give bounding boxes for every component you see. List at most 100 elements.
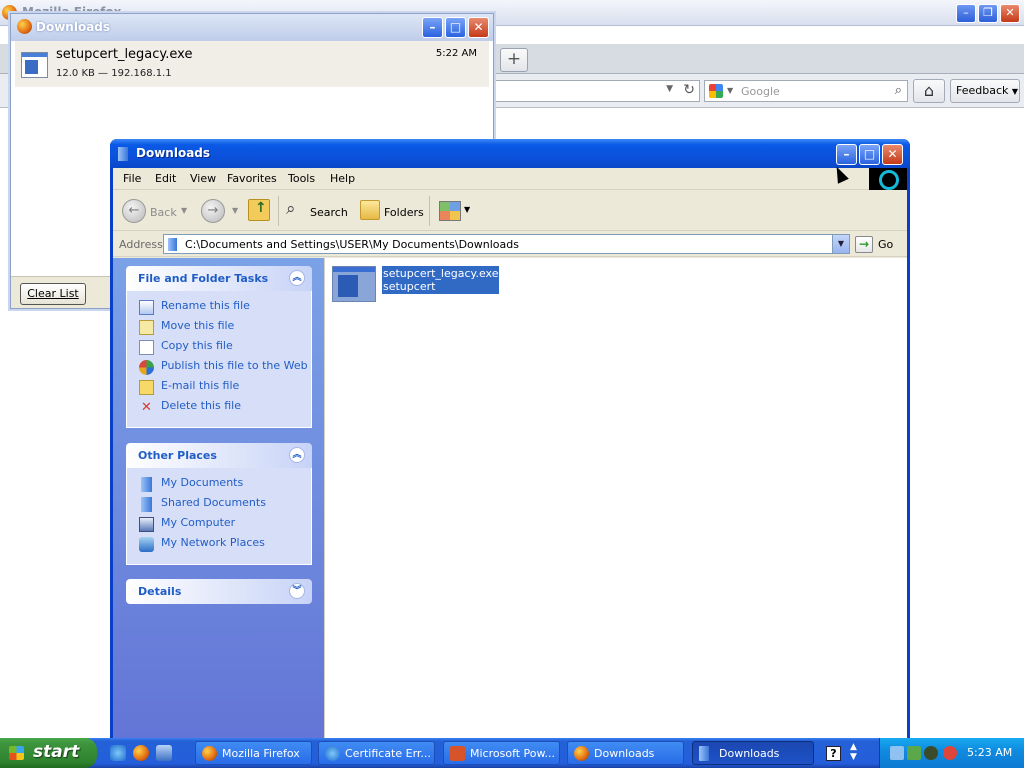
menu-tools[interactable]: Tools	[288, 172, 315, 185]
chevron-down-icon[interactable]: ▼	[181, 206, 187, 215]
close-button[interactable]: ✕	[1000, 4, 1020, 23]
search-icon[interactable]: ⌕	[286, 199, 306, 221]
folder-icon	[699, 746, 709, 761]
help-icon[interactable]: ?	[826, 746, 841, 761]
panel-body: Rename this file Move this file Copy thi…	[126, 291, 312, 428]
alert-icon[interactable]	[943, 746, 957, 760]
explorer-titlebar: Downloads – □ ✕	[110, 139, 910, 168]
downloads-title: Downloads	[36, 20, 111, 34]
close-button[interactable]: ✕	[882, 144, 903, 165]
feedback-button[interactable]: Feedback ▼	[950, 79, 1020, 103]
panel-header[interactable]: File and Folder Tasks ︽	[126, 266, 312, 291]
task-publish-web[interactable]: Publish this file to the Web	[139, 359, 311, 379]
go-arrow-icon[interactable]: →	[855, 236, 873, 253]
collapse-icon[interactable]: ︽	[289, 447, 305, 463]
task-email-file[interactable]: E-mail this file	[139, 379, 311, 399]
folders-button[interactable]: Folders	[384, 206, 424, 219]
panel-header[interactable]: Other Places ︽	[126, 443, 312, 468]
windows-flag-icon	[9, 746, 24, 760]
task-rename-file[interactable]: Rename this file	[139, 299, 311, 319]
minimize-button[interactable]: –	[956, 4, 976, 23]
folders-icon[interactable]	[360, 200, 380, 220]
menu-favorites[interactable]: Favorites	[227, 172, 277, 185]
task-pane: File and Folder Tasks ︽ Rename this file…	[113, 258, 324, 738]
task-downloads-firefox[interactable]: Downloads	[567, 741, 684, 765]
firefox-icon	[202, 746, 217, 761]
internet-explorer-icon[interactable]	[110, 745, 126, 761]
start-button[interactable]: start	[0, 738, 97, 768]
task-move-file[interactable]: Move this file	[139, 319, 311, 339]
place-shared-documents[interactable]: Shared Documents	[139, 496, 311, 516]
google-icon[interactable]	[709, 84, 723, 98]
downloads-titlebar: Downloads – □ ✕	[11, 14, 493, 41]
shared-documents-icon	[141, 497, 152, 512]
chevron-down-icon[interactable]: ▼	[464, 205, 470, 214]
forward-icon[interactable]: →	[201, 199, 225, 223]
task-delete-file[interactable]: ✕ Delete this file	[139, 399, 311, 419]
chevron-down-icon[interactable]: ▼	[666, 84, 673, 94]
panel-title: Details	[138, 585, 182, 598]
task-downloads-explorer[interactable]: Downloads	[692, 741, 814, 765]
exe-file-icon	[21, 52, 48, 78]
file-list[interactable]: setupcert_legacy.exe setupcert	[324, 258, 907, 738]
chevron-down-icon[interactable]: ▼	[232, 206, 238, 215]
search-icon[interactable]: ⌕	[895, 83, 902, 98]
close-button[interactable]: ✕	[468, 17, 489, 38]
views-icon[interactable]	[439, 201, 461, 221]
collapse-icon[interactable]: ︽	[289, 270, 305, 286]
antivirus-icon[interactable]	[924, 746, 938, 760]
clear-list-button[interactable]: Clear List	[20, 283, 86, 305]
security-icon[interactable]	[907, 746, 921, 760]
maximize-button[interactable]: □	[445, 17, 466, 38]
minimize-button[interactable]: –	[836, 144, 857, 165]
back-icon[interactable]: ←	[122, 199, 146, 223]
task-certificate-error[interactable]: Certificate Err...	[318, 741, 435, 765]
task-microsoft-powerpoint[interactable]: Microsoft Pow...	[443, 741, 560, 765]
new-tab-button[interactable]: +	[500, 48, 528, 72]
chevron-down-icon[interactable]: ▼	[727, 86, 733, 95]
place-my-documents[interactable]: My Documents	[139, 476, 311, 496]
search-box[interactable]: ▼ Google ⌕	[704, 80, 908, 102]
email-icon	[139, 380, 154, 395]
expand-icon[interactable]: ︾	[289, 583, 305, 599]
task-label: Move this file	[161, 319, 235, 332]
exe-file-icon[interactable]	[332, 266, 376, 302]
panel-title: File and Folder Tasks	[138, 272, 269, 285]
download-item[interactable]: setupcert_legacy.exe 12.0 KB — 192.168.1…	[15, 41, 489, 87]
menu-edit[interactable]: Edit	[155, 172, 176, 185]
task-copy-file[interactable]: Copy this file	[139, 339, 311, 359]
start-label: start	[33, 742, 80, 762]
go-button[interactable]: Go	[878, 238, 893, 251]
panel-header[interactable]: Details ︾	[126, 579, 312, 604]
url-bar[interactable]: ▼ ↻	[495, 80, 700, 102]
menu-view[interactable]: View	[190, 172, 216, 185]
minimize-button[interactable]: –	[422, 17, 443, 38]
reload-icon[interactable]: ↻	[683, 82, 695, 98]
details-panel: Details ︾	[126, 579, 312, 604]
maximize-button[interactable]: □	[859, 144, 880, 165]
back-button[interactable]: Back	[150, 206, 177, 219]
address-input[interactable]: C:\Documents and Settings\USER\My Docume…	[163, 234, 850, 254]
home-button[interactable]: ⌂	[913, 79, 945, 103]
file-label[interactable]: setupcert_legacy.exe setupcert	[382, 266, 500, 294]
file-item[interactable]: setupcert_legacy.exe setupcert	[332, 266, 500, 310]
menu-help[interactable]: Help	[330, 172, 355, 185]
network-icon[interactable]	[890, 746, 904, 760]
restore-button[interactable]: ❐	[978, 4, 998, 23]
place-my-computer[interactable]: My Computer	[139, 516, 311, 536]
powerpoint-icon	[450, 746, 465, 761]
standard-toolbar: ← Back ▼ → ▼ ⌕ Search Folders ▼	[113, 191, 907, 231]
explorer-title: Downloads	[136, 146, 211, 160]
chevron-down-icon[interactable]: ▼	[832, 235, 849, 253]
folder-up-icon[interactable]	[248, 199, 270, 221]
show-desktop-icon[interactable]	[156, 745, 172, 761]
menu-file[interactable]: File	[123, 172, 141, 185]
place-my-network-places[interactable]: My Network Places	[139, 536, 311, 556]
address-bar: Address C:\Documents and Settings\USER\M…	[113, 231, 907, 257]
task-mozilla-firefox[interactable]: Mozilla Firefox	[195, 741, 312, 765]
firefox-icon[interactable]	[133, 745, 149, 761]
copy-icon	[139, 340, 154, 355]
search-button[interactable]: Search	[310, 206, 348, 219]
chevron-icon[interactable]: ▲ ▼	[850, 742, 857, 762]
delete-icon: ✕	[141, 400, 152, 415]
